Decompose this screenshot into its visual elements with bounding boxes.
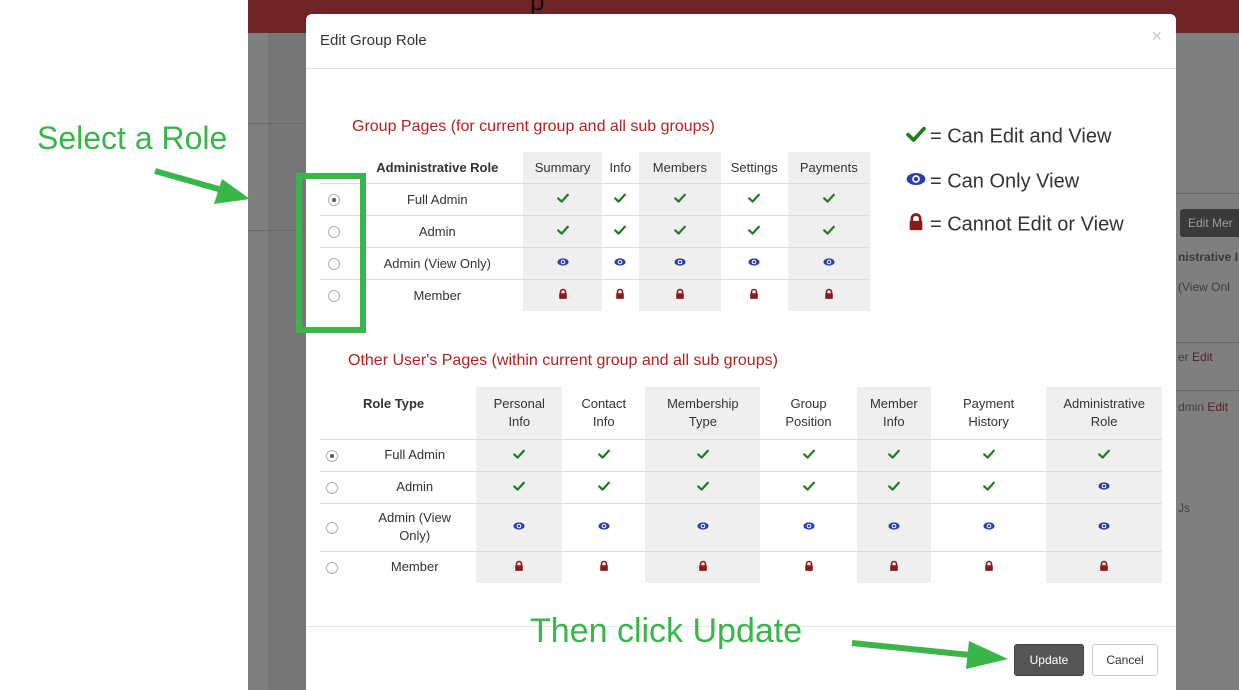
arrow-to-update-button xyxy=(851,640,1008,669)
annotation-arrows xyxy=(154,168,1008,669)
arrow-to-radio-column xyxy=(154,168,250,204)
